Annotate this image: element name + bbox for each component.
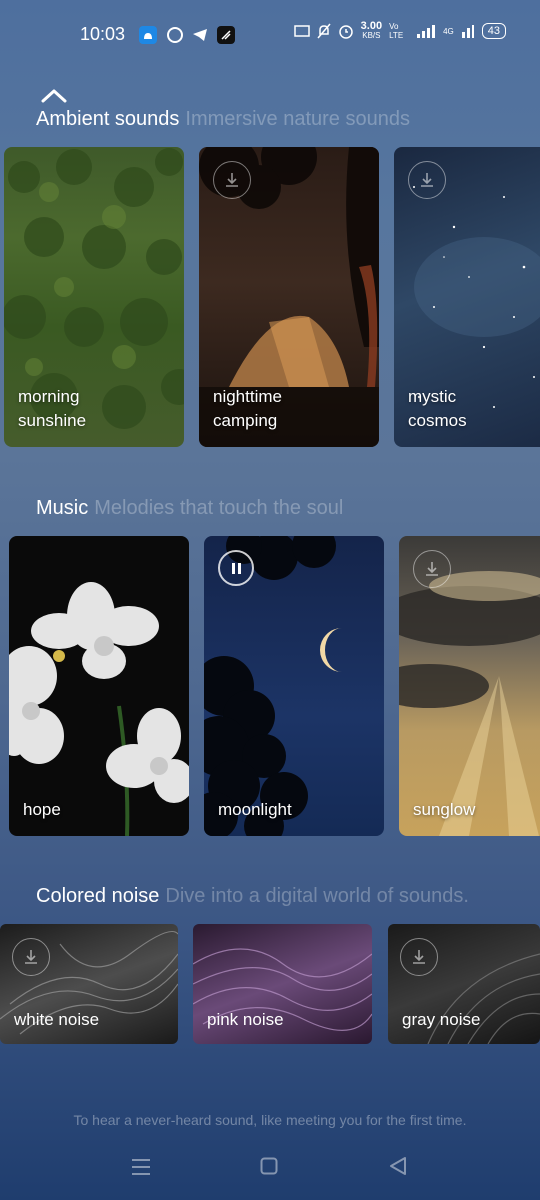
orchid-image	[9, 582, 189, 836]
whatsapp-icon	[166, 26, 184, 44]
ambient-title: Ambient sounds	[36, 108, 180, 130]
cast-icon	[293, 25, 310, 37]
app-notification-icon	[139, 26, 157, 44]
download-button[interactable]	[12, 938, 50, 976]
back-icon[interactable]	[388, 1156, 408, 1176]
card-label: nighttime camping	[213, 387, 282, 430]
signal-icon	[417, 25, 436, 38]
noise-title: Colored noise	[36, 885, 160, 907]
card-label: hope	[23, 800, 61, 819]
noise-section-title: Colored noise Dive into a digital world o…	[36, 885, 469, 908]
status-right: 3.00 KB/S Vo LTE 4G 43	[293, 20, 506, 41]
card-label: moonlight	[218, 800, 292, 819]
pause-button[interactable]	[218, 550, 254, 586]
footer-tagline: To hear a never-heard sound, like meetin…	[73, 1112, 467, 1128]
navigation-bar	[0, 1150, 540, 1184]
music-card-hope[interactable]: hope	[9, 536, 189, 836]
music-card-sunglow[interactable]: sunglow	[399, 536, 540, 836]
download-button[interactable]	[413, 550, 451, 588]
card-label: white noise	[14, 1010, 100, 1029]
download-button[interactable]	[400, 938, 438, 976]
card-label: morning sunshine	[18, 387, 87, 430]
music-subtitle: Melodies that touch the soul	[94, 497, 344, 519]
noise-card-pink[interactable]: pink noise	[193, 924, 372, 1044]
music-section-title: Music Melodies that touch the soul	[36, 497, 343, 520]
alarm-icon	[338, 25, 353, 39]
pause-icon	[231, 562, 235, 574]
download-icon	[25, 950, 37, 964]
mute-icon	[317, 23, 331, 39]
ambient-section-title: Ambient sounds Immersive nature sounds	[36, 108, 410, 131]
net-type: 4G	[443, 26, 454, 36]
home-icon[interactable]	[260, 1157, 278, 1175]
signal2-icon	[461, 25, 474, 38]
noise-card-gray[interactable]: gray noise	[388, 924, 540, 1044]
status-time: 10:03	[80, 24, 126, 44]
card-label: gray noise	[402, 1010, 481, 1029]
download-button[interactable]	[408, 161, 446, 199]
music-title: Music	[36, 497, 89, 519]
download-icon	[413, 950, 425, 964]
card-label: mystic cosmos	[408, 387, 467, 430]
menu-icon[interactable]	[131, 1158, 151, 1176]
card-label: pink noise	[207, 1010, 284, 1029]
download-icon	[426, 562, 438, 576]
card-label: sunglow	[413, 800, 476, 819]
telegram-icon	[191, 26, 209, 44]
app-icon	[217, 26, 235, 44]
download-icon	[421, 173, 433, 187]
ambient-card-morning-sunshine[interactable]: morning sunshine	[4, 147, 184, 447]
ambient-card-mystic-cosmos[interactable]: mystic cosmos	[394, 147, 540, 447]
noise-subtitle: Dive into a digital world of sounds.	[165, 885, 469, 907]
status-bar: 10:03 3.00 KB/S Vo LTE 4G 43	[0, 0, 540, 70]
download-button[interactable]	[213, 161, 251, 199]
chevron-up-icon[interactable]	[40, 86, 68, 106]
ambient-card-nighttime-camping[interactable]: nighttime camping	[199, 147, 379, 447]
battery-indicator: 43	[481, 23, 506, 39]
volte-indicator: Vo LTE	[389, 22, 404, 40]
ambient-subtitle: Immersive nature sounds	[185, 108, 410, 130]
music-card-moonlight[interactable]: moonlight	[204, 536, 384, 836]
download-icon	[226, 173, 238, 187]
noise-card-white[interactable]: white noise	[0, 924, 178, 1044]
net-speed: 3.00 KB/S	[360, 20, 383, 41]
